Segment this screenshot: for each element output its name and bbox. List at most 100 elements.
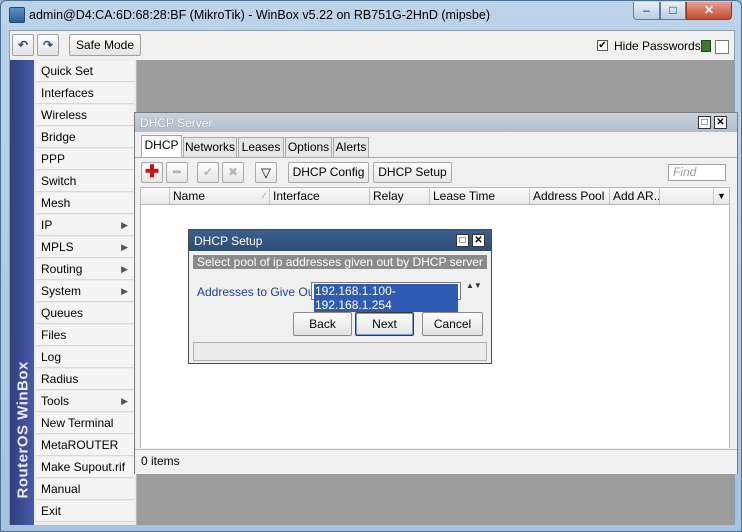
column-header-name[interactable]: Name ∕ <box>170 188 270 204</box>
column-header-name-label: Name <box>173 189 206 203</box>
sidebar-item-label: Mesh <box>41 196 71 210</box>
sidebar-item-label: Switch <box>41 174 77 188</box>
dhcp-server-maximize-button[interactable]: □ <box>698 116 711 129</box>
submenu-arrow-icon: ▶ <box>121 242 128 252</box>
dhcp-config-button[interactable]: DHCP Config <box>288 162 369 183</box>
maximize-button[interactable]: □ <box>660 2 686 20</box>
sidebar-item-mpls[interactable]: MPLS ▶ <box>36 237 134 258</box>
sidebar-item-label: Bridge <box>41 130 76 144</box>
undo-icon[interactable]: ↶ <box>12 34 34 56</box>
sidebar-item-queues[interactable]: Queues <box>36 303 134 324</box>
sidebar-item-tools[interactable]: Tools ▶ <box>36 391 134 412</box>
sidebar-item-bridge[interactable]: Bridge <box>36 127 134 148</box>
sidebar-item-label: System <box>41 284 82 298</box>
cancel-button[interactable]: Cancel <box>422 312 483 336</box>
sidebar-item-ip[interactable]: IP ▶ <box>36 215 134 236</box>
sidebar-item-log[interactable]: Log <box>36 347 134 368</box>
tab-leases[interactable]: Leases <box>238 137 284 157</box>
winbox-app-icon <box>9 7 25 23</box>
dhcp-server-title-bar[interactable]: DHCP Server □ ✕ <box>135 113 737 132</box>
setup-status-bar <box>193 342 487 361</box>
dhcp-setup-close-button[interactable]: ✕ <box>472 234 485 247</box>
safe-mode-button[interactable]: Safe Mode <box>69 34 141 56</box>
column-menu-icon[interactable]: ▼ <box>713 188 729 204</box>
sidebar-item-metarouter[interactable]: MetaROUTER <box>36 435 134 456</box>
items-count: 0 items <box>141 454 180 468</box>
sidebar-item-system[interactable]: System ▶ <box>36 281 134 302</box>
sidebar-item-label: Manual <box>41 482 81 496</box>
dhcp-setup-title: DHCP Setup <box>194 234 263 248</box>
dhcp-setup-button[interactable]: DHCP Setup <box>373 162 452 183</box>
setup-description: Select pool of ip addresses given out by… <box>193 255 487 269</box>
disable-icon[interactable]: ✖ <box>222 162 244 183</box>
sidebar-item-label: Routing <box>41 262 83 276</box>
redo-icon[interactable]: ↷ <box>37 34 59 56</box>
enable-icon[interactable]: ✔ <box>197 162 219 183</box>
filter-icon[interactable]: ▽ <box>255 162 277 183</box>
column-header-interface[interactable]: Interface <box>270 188 370 204</box>
addresses-stepper-icon[interactable]: ▲▼ <box>466 282 482 300</box>
sidebar-item-label: Radius <box>41 372 79 386</box>
sidebar-item-label: Quick Set <box>41 64 94 78</box>
addresses-value: 192.168.1.100-192.168.1.254 <box>314 284 458 312</box>
sidebar-item-label: IP <box>41 218 53 232</box>
sidebar-item-exit[interactable]: Exit <box>36 501 134 522</box>
column-header-add-arp[interactable]: Add AR... <box>610 188 660 204</box>
sidebar-item-label: MPLS <box>41 240 74 254</box>
tab-options[interactable]: Options <box>285 137 332 157</box>
sidebar-item-make-supout-rif[interactable]: Make Supout.rif <box>36 457 134 478</box>
tab-divider <box>135 157 737 158</box>
sidebar-item-ppp[interactable]: PPP <box>36 149 134 170</box>
sidebar-item-radius[interactable]: Radius <box>36 369 134 390</box>
sidebar-item-wireless[interactable]: Wireless <box>36 105 134 126</box>
addresses-input[interactable]: 192.168.1.100-192.168.1.254 <box>311 282 461 312</box>
sidebar-item-manual[interactable]: Manual <box>36 479 134 500</box>
column-header-address-pool[interactable]: Address Pool <box>530 188 610 204</box>
sidebar-item-label: New Terminal <box>41 416 114 430</box>
column-header-lease-time[interactable]: Lease Time <box>430 188 530 204</box>
sidebar-item-new-terminal[interactable]: New Terminal <box>36 413 134 434</box>
tab-networks[interactable]: Networks <box>183 137 237 157</box>
sidebar-item-routing[interactable]: Routing ▶ <box>36 259 134 280</box>
sidebar-item-label: Interfaces <box>41 86 94 100</box>
hide-passwords-label[interactable]: Hide Passwords <box>614 39 701 53</box>
addresses-label: Addresses to Give Out: <box>197 285 322 299</box>
window-title: admin@D4:CA:6D:68:28:BF (MikroTik) - Win… <box>29 8 490 22</box>
next-button[interactable]: Next <box>355 312 414 336</box>
close-button[interactable]: ✕ <box>686 2 732 20</box>
sidebar-item-interfaces[interactable]: Interfaces <box>36 83 134 104</box>
submenu-arrow-icon: ▶ <box>121 264 128 274</box>
tab-dhcp[interactable]: DHCP <box>141 135 182 158</box>
sidebar-item-quick-set[interactable]: Quick Set <box>36 61 134 82</box>
sidebar-item-label: Queues <box>41 306 84 320</box>
sidebar-item-files[interactable]: Files <box>36 325 134 346</box>
hide-passwords-checkbox[interactable]: ✔ <box>597 40 608 51</box>
submenu-arrow-icon: ▶ <box>121 286 128 296</box>
dhcp-setup-title-bar[interactable]: DHCP Setup □ ✕ <box>189 230 491 251</box>
sidebar-item-label: Exit <box>41 504 62 518</box>
sidebar-item-label: Tools <box>41 394 70 408</box>
sidebar-menu: RouterOS WinBox Quick Set Interfaces Wirel… <box>10 60 137 525</box>
brand-text: RouterOS WinBox <box>14 361 32 499</box>
sidebar-item-label: MetaROUTER <box>41 438 119 452</box>
column-header-flags[interactable] <box>141 188 170 204</box>
sidebar-item-mesh[interactable]: Mesh <box>36 193 134 214</box>
dhcp-server-close-button[interactable]: ✕ <box>714 116 727 129</box>
back-button[interactable]: Back <box>293 312 352 336</box>
dhcp-status-bar: 0 items <box>135 449 737 474</box>
tab-alerts[interactable]: Alerts <box>333 137 369 157</box>
sidebar-item-label: Make Supout.rif <box>41 460 126 474</box>
minimize-button[interactable]: – <box>633 2 660 20</box>
dhcp-server-title: DHCP Server <box>140 116 213 130</box>
submenu-arrow-icon: ▶ <box>121 396 128 406</box>
status-box <box>715 40 729 54</box>
column-header-relay[interactable]: Relay <box>370 188 430 204</box>
add-icon[interactable]: ✚ <box>141 162 163 183</box>
sidebar-item-label: Files <box>41 328 67 342</box>
sidebar-item-switch[interactable]: Switch <box>36 171 134 192</box>
find-input[interactable]: Find <box>668 164 726 181</box>
dhcp-setup-maximize-button[interactable]: □ <box>456 234 469 247</box>
title-bar[interactable]: admin@D4:CA:6D:68:28:BF (MikroTik) - Win… <box>1 1 741 29</box>
remove-icon[interactable]: ━ <box>166 162 188 183</box>
sidebar-item-label: PPP <box>41 152 66 166</box>
